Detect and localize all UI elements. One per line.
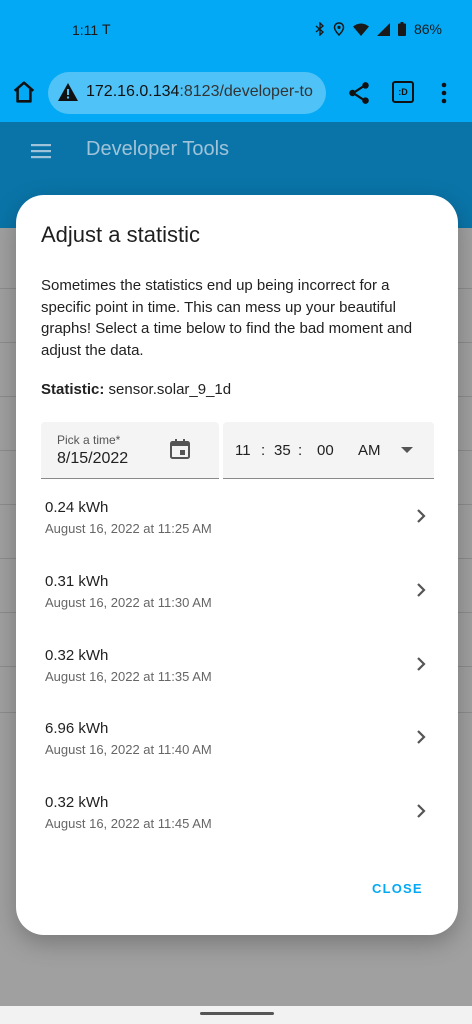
status-bar: 1:11 T 86%: [0, 0, 472, 62]
chevron-down-icon[interactable]: [401, 447, 413, 453]
chevron-right-icon: [417, 730, 426, 745]
date-picker-value: 8/15/2022: [57, 450, 129, 467]
statistics-list: 0.24 kWh August 16, 2022 at 11:25 AM 0.3…: [16, 485, 458, 854]
wifi-icon: [352, 23, 369, 36]
home-icon[interactable]: [10, 78, 38, 106]
close-button[interactable]: CLOSE: [372, 881, 423, 896]
entry-timestamp: August 16, 2022 at 11:30 AM: [45, 594, 212, 610]
entry-timestamp: August 16, 2022 at 11:45 AM: [45, 816, 212, 832]
dialog-title: Adjust a statistic: [41, 222, 200, 247]
list-item[interactable]: 0.31 kWh August 16, 2022 at 11:30 AM: [16, 559, 458, 633]
list-item[interactable]: 0.24 kWh August 16, 2022 at 11:25 AM: [16, 485, 458, 559]
status-time: 1:11: [72, 22, 99, 38]
entry-timestamp: August 16, 2022 at 11:25 AM: [45, 521, 212, 536]
bluetooth-icon: [315, 22, 324, 36]
entry-timestamp: August 16, 2022 at 11:35 AM: [45, 668, 212, 684]
calendar-icon[interactable]: [169, 438, 191, 460]
time-ampm[interactable]: AM: [358, 442, 381, 459]
entry-value: 0.24 kWh: [45, 499, 109, 516]
url-path: :8123/developer-to: [179, 83, 313, 100]
time-separator: :: [298, 442, 303, 459]
time-hour[interactable]: 11: [235, 442, 251, 459]
entry-value: 6.96 kWh: [45, 720, 109, 738]
time-minute[interactable]: 35: [274, 442, 291, 459]
chevron-right-icon: [417, 656, 426, 671]
date-picker-label: Pick a time*: [57, 433, 121, 447]
time-separator: :: [261, 442, 266, 459]
url-host: 172.16.0.134: [86, 83, 180, 100]
share-icon[interactable]: [346, 80, 372, 106]
time-picker-field[interactable]: 11 : 35 : 00 AM: [223, 422, 434, 479]
hamburger-menu-icon[interactable]: [30, 140, 52, 162]
battery-icon: [397, 22, 406, 36]
location-icon: [333, 22, 345, 36]
signal-icon: [376, 22, 390, 36]
tabs-button[interactable]: :D: [392, 81, 414, 103]
entry-value: 0.31 kWh: [45, 572, 109, 590]
tabs-label: :D: [398, 87, 408, 97]
status-icons: 86%: [315, 21, 442, 37]
list-item[interactable]: 6.96 kWh August 16, 2022 at 11:40 AM: [16, 706, 458, 780]
url-text: 172.16.0.134:8123/developer-to: [86, 83, 313, 101]
list-item[interactable]: 0.32 kWh August 16, 2022 at 11:35 AM: [16, 633, 458, 707]
more-vert-icon[interactable]: [436, 80, 452, 106]
chevron-right-icon: [417, 804, 426, 818]
tesla-icon: T: [102, 21, 111, 37]
date-picker-field[interactable]: Pick a time* 8/15/2022: [41, 422, 219, 479]
chevron-right-icon: [417, 583, 426, 597]
statistic-label: Statistic:: [41, 381, 105, 398]
statistic-line: Statistic: sensor.solar_9_1d: [41, 381, 231, 398]
url-bar[interactable]: 172.16.0.134:8123/developer-to: [48, 72, 326, 114]
list-item[interactable]: 0.32 kWh August 16, 2022 at 11:45 AM: [16, 780, 458, 854]
entry-timestamp: August 16, 2022 at 11:40 AM: [45, 742, 212, 758]
page-title: Developer Tools: [86, 138, 230, 160]
adjust-statistic-dialog: Adjust a statistic Sometimes the statist…: [16, 195, 458, 935]
entry-value: 0.32 kWh: [45, 794, 109, 812]
statistic-value: sensor.solar_9_1d: [108, 381, 232, 398]
system-nav-bar: [0, 1006, 472, 1024]
dialog-description: Sometimes the statistics end up being in…: [41, 277, 413, 359]
entry-value: 0.32 kWh: [45, 646, 109, 664]
browser-toolbar: 172.16.0.134:8123/developer-to :D: [0, 62, 472, 122]
warning-icon: [58, 83, 78, 101]
time-second[interactable]: 00: [317, 442, 334, 459]
chevron-right-icon: [417, 509, 426, 523]
gesture-handle[interactable]: [200, 1012, 274, 1015]
battery-percent: 86%: [413, 21, 442, 37]
